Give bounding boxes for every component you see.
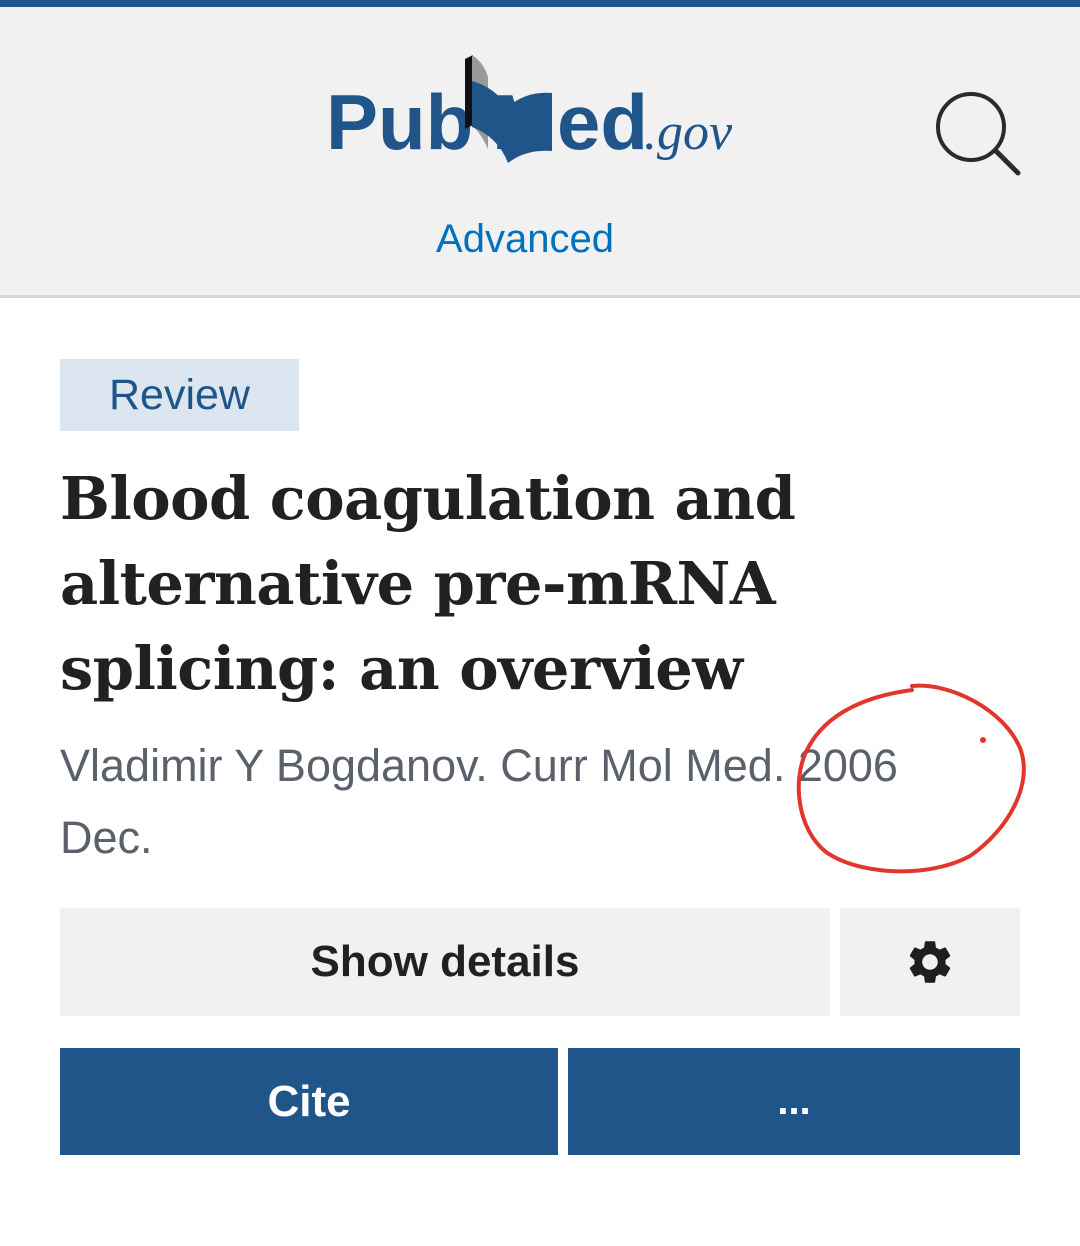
- gear-icon: [909, 941, 951, 983]
- show-details-button[interactable]: Show details: [60, 908, 830, 1016]
- pubmed-article-page: Pub Med .gov Advanced Review Blood coagu…: [0, 0, 1080, 1246]
- top-accent-bar: [0, 0, 1080, 7]
- article-title-line: alternative pre-mRNA: [60, 549, 776, 618]
- citation-line: Vladimir Y Bogdanov. Curr Mol Med. 2006: [60, 740, 898, 791]
- display-options-button[interactable]: [840, 908, 1020, 1016]
- article-title: Blood coagulation and alternative pre-mR…: [60, 456, 860, 711]
- cite-button[interactable]: Cite: [60, 1048, 558, 1155]
- article-title-line: Blood coagulation and: [60, 464, 796, 533]
- search-button[interactable]: [928, 89, 1028, 189]
- more-actions-button[interactable]: ...: [568, 1048, 1020, 1155]
- publication-type-badge: Review: [60, 359, 299, 431]
- logo-book-icon: [465, 55, 473, 129]
- site-header: Pub Med .gov Advanced: [0, 7, 1080, 298]
- logo-gov-text: .gov: [644, 104, 733, 161]
- pubmed-logo[interactable]: Pub Med .gov: [326, 53, 756, 178]
- article-title-line: splicing: an overview: [60, 634, 743, 703]
- article-citation: Vladimir Y Bogdanov. Curr Mol Med. 2006 …: [60, 730, 990, 874]
- advanced-search-link[interactable]: Advanced: [0, 217, 1050, 262]
- logo-pub-text: Pub: [326, 78, 473, 166]
- search-icon: [936, 92, 1021, 176]
- logo-med-text: Med: [492, 78, 648, 166]
- citation-line: Dec.: [60, 812, 153, 863]
